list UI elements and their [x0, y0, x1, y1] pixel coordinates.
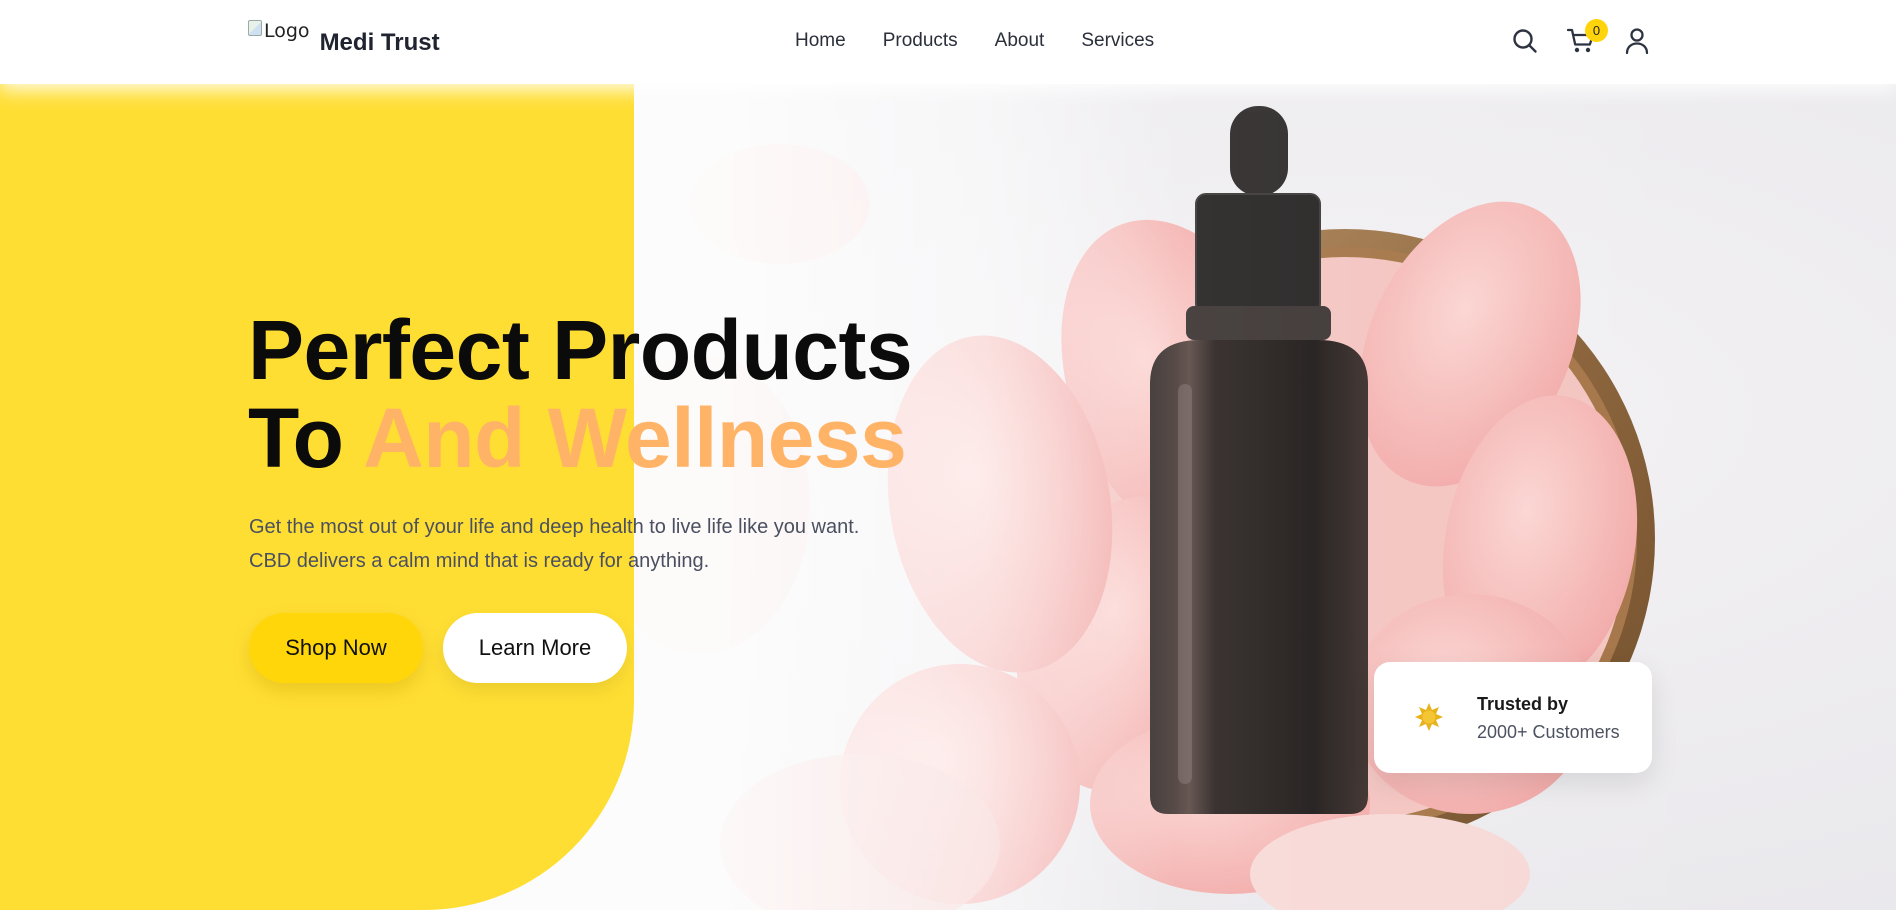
nav-about[interactable]: About: [995, 30, 1045, 52]
header-actions: 0: [1510, 19, 1652, 56]
brand-name: Medi Trust: [319, 29, 440, 56]
hero-section: Perfect Products To And Wellness Get the…: [0, 84, 1896, 910]
logo[interactable]: Logo Medi Trust: [248, 20, 440, 57]
trust-card: Trusted by 2000+ Customers: [1374, 662, 1652, 773]
trust-title: Trusted by: [1477, 694, 1569, 714]
hero-title: Perfect Products To And Wellness: [248, 303, 913, 485]
search-button[interactable]: [1510, 26, 1540, 56]
logo-image: Logo: [248, 20, 310, 42]
hero-title-prefix: To: [248, 391, 344, 485]
account-button[interactable]: [1622, 26, 1652, 56]
trust-subtitle: 2000+ Customers: [1477, 722, 1620, 742]
logo-alt-text: Logo: [264, 20, 310, 42]
cart-count-badge: 0: [1585, 19, 1608, 42]
main-nav: Home Products About Services: [795, 30, 1154, 52]
cart-button[interactable]: 0: [1566, 19, 1608, 56]
shop-now-button[interactable]: Shop Now: [249, 613, 423, 683]
yellow-panel: [0, 84, 634, 910]
nav-products[interactable]: Products: [883, 30, 958, 52]
learn-more-button[interactable]: Learn More: [443, 613, 627, 683]
hero-title-line1: Perfect Products: [248, 303, 913, 397]
site-header: Logo Medi Trust Home Products About Serv…: [0, 0, 1896, 84]
nav-services[interactable]: Services: [1081, 30, 1154, 52]
hero-description-line2: CBD delivers a calm mind that is ready f…: [249, 550, 710, 572]
hero-description-line1: Get the most out of your life and deep h…: [249, 516, 860, 538]
hero-title-accent: And Wellness: [363, 391, 907, 485]
broken-image-icon: [248, 20, 262, 36]
user-icon: [1625, 28, 1649, 55]
badge-star-icon: [1415, 703, 1443, 731]
search-icon: [1513, 29, 1537, 53]
hero-description: Get the most out of your life and deep h…: [249, 510, 949, 578]
nav-home[interactable]: Home: [795, 30, 846, 52]
